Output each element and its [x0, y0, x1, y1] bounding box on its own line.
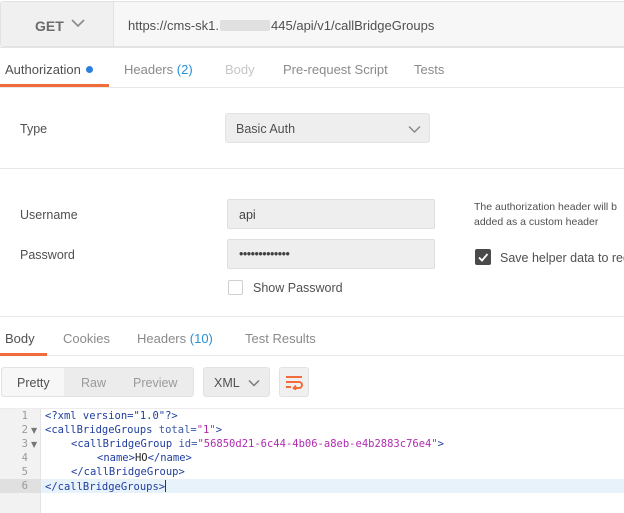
view-mode-segmented: Pretty Raw Preview — [1, 367, 194, 397]
method-select[interactable]: GET — [0, 1, 114, 47]
preview-button[interactable]: Preview — [133, 376, 177, 390]
code-line: <callBridgeGroup id="56850d21-6c44-4b06-… — [71, 438, 444, 450]
tab-body[interactable]: Body — [225, 62, 255, 77]
request-url-bar: GET https://cms-sk1. 445/api/v1/callBridg… — [0, 0, 624, 48]
line-number: 6 — [21, 480, 28, 492]
fold-toggle-icon[interactable]: ▼ — [31, 426, 37, 435]
raw-button[interactable]: Raw — [81, 376, 106, 390]
tab-authorization[interactable]: Authorization — [5, 62, 93, 77]
response-toolbar: Pretty Raw Preview XML — [0, 356, 624, 408]
redacted-host-blur — [220, 20, 271, 31]
tab-pre-request-script[interactable]: Pre-request Script — [283, 62, 388, 77]
text-cursor — [165, 480, 167, 492]
tab-headers[interactable]: Headers (2) — [124, 62, 193, 77]
request-tabs: Authorization Headers (2) Body Pre-reque… — [0, 48, 624, 88]
tab-response-headers[interactable]: Headers (10) — [137, 331, 213, 346]
password-field[interactable]: ••••••••••••• — [227, 239, 435, 269]
code-line: <?xml version="1.0"?> — [45, 410, 178, 422]
code-line: </callBridgeGroup> — [71, 466, 185, 478]
line-number: 5 — [21, 466, 28, 478]
show-password-checkbox[interactable] — [228, 280, 243, 295]
modified-dot-icon — [85, 66, 93, 73]
code-line: <callBridgeGroups total="1"> — [45, 424, 223, 436]
checkmark-icon — [478, 253, 489, 262]
username-field[interactable]: api — [227, 199, 435, 229]
save-helper-label: Save helper data to req — [500, 251, 624, 265]
chevron-down-icon — [408, 125, 421, 134]
section-divider — [0, 168, 624, 169]
active-tab-indicator — [0, 84, 109, 87]
format-value: XML — [214, 376, 240, 390]
auth-type-value: Basic Auth — [236, 122, 296, 136]
line-number: 3 — [21, 438, 28, 450]
url-input[interactable]: https://cms-sk1. 445/api/v1/callBridgeGro… — [114, 1, 624, 47]
chevron-down-icon — [248, 379, 260, 387]
code-line: </callBridgeGroups> — [45, 480, 167, 493]
auth-type-select[interactable]: Basic Auth — [225, 113, 430, 143]
tab-tests[interactable]: Tests — [414, 62, 444, 77]
line-number: 2 — [21, 424, 28, 436]
username-value: api — [239, 208, 256, 222]
password-value: ••••••••••••• — [239, 247, 290, 261]
type-label: Type — [20, 122, 48, 136]
username-label: Username — [20, 208, 78, 222]
format-select[interactable]: XML — [203, 367, 270, 397]
wrap-lines-button[interactable] — [279, 367, 309, 397]
tab-response-body[interactable]: Body — [5, 331, 35, 346]
line-number: 1 — [21, 410, 28, 422]
method-label: GET — [35, 18, 64, 34]
section-divider — [0, 316, 624, 317]
response-body-editor[interactable]: 1 2 ▼ 3 ▼ 4 5 6 <?xml version="1.0"?> <c… — [0, 408, 624, 513]
chevron-down-icon — [71, 19, 85, 28]
save-helper-checkbox[interactable] — [475, 249, 491, 265]
wrap-lines-icon — [286, 376, 303, 390]
pretty-button[interactable]: Pretty — [17, 376, 50, 390]
auth-header-note: The authorization header will b added as… — [474, 201, 618, 228]
response-tabs: Body Cookies Headers (10) Test Results — [0, 318, 624, 356]
show-password-label: Show Password — [253, 281, 343, 295]
password-label: Password — [20, 248, 75, 262]
tab-cookies[interactable]: Cookies — [63, 331, 110, 346]
line-number: 4 — [21, 452, 28, 464]
tab-test-results[interactable]: Test Results — [245, 331, 316, 346]
code-line: <name>HO</name> — [97, 452, 192, 464]
fold-toggle-icon[interactable]: ▼ — [31, 440, 37, 449]
url-text: https://cms-sk1. 445/api/v1/callBridgeGro… — [128, 18, 435, 33]
